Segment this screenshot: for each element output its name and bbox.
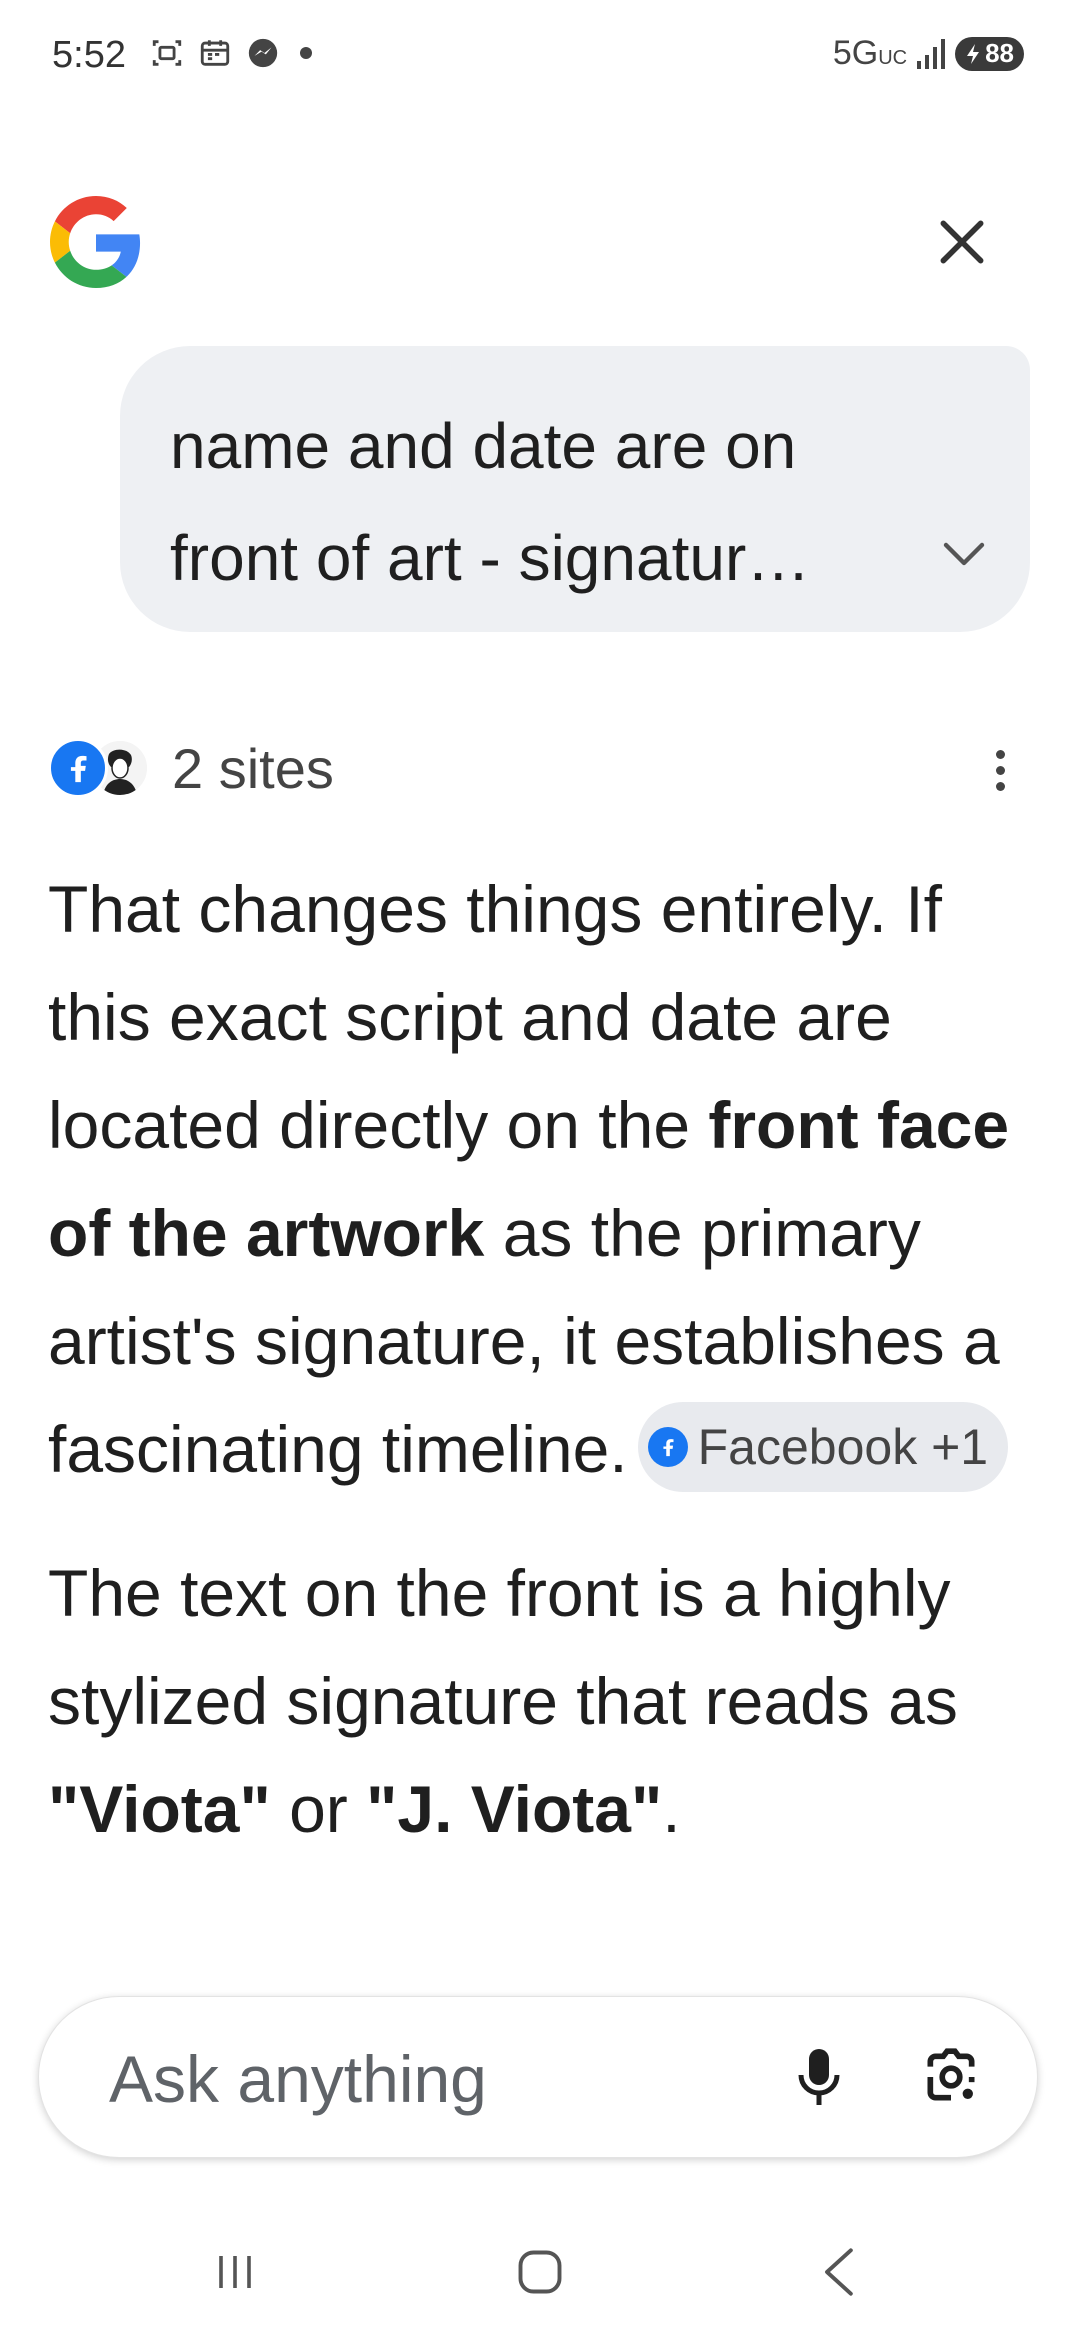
answer-paragraph-1: That changes things entirely. If this ex… <box>48 855 1038 1503</box>
chevron-down-icon[interactable] <box>942 540 986 570</box>
battery-icon: 88 <box>955 36 1024 71</box>
status-notification-icons <box>150 36 312 70</box>
system-nav-bar <box>0 2196 1080 2340</box>
signal-icon <box>917 38 946 69</box>
sources-row[interactable]: 2 sites <box>48 736 334 800</box>
facebook-icon <box>647 1426 688 1467</box>
citation-label: Facebook +1 <box>697 1418 989 1475</box>
back-button[interactable] <box>795 2232 885 2312</box>
mic-button[interactable] <box>779 2037 859 2117</box>
scroll-fade-overlay <box>0 1860 1080 1970</box>
user-query-text: name and date are on front of art - sign… <box>170 410 811 594</box>
mic-icon <box>798 2049 840 2105</box>
back-icon <box>825 2248 853 2296</box>
user-query-bubble[interactable]: name and date are on front of art - sign… <box>120 346 1030 632</box>
more-options-button[interactable] <box>980 740 1020 800</box>
citation-chip[interactable]: Facebook +1 <box>637 1401 1009 1492</box>
home-button[interactable] <box>495 2232 585 2312</box>
more-vert-icon <box>995 749 1005 759</box>
google-ai-mode-screen: 5:52 5GUC 88 name and date are on front … <box>0 0 1080 2340</box>
google-lens-icon <box>927 2048 975 2101</box>
close-icon <box>940 220 984 264</box>
ask-input-placeholder[interactable]: Ask anything <box>109 2041 487 2117</box>
google-g-logo <box>50 196 141 288</box>
screenshot-icon <box>152 40 182 66</box>
status-system-icons: 5GUC 88 <box>833 34 1024 73</box>
home-icon <box>518 2250 562 2294</box>
battery-level: 88 <box>985 38 1014 68</box>
close-button[interactable] <box>920 200 1004 284</box>
calendar-icon <box>200 40 230 66</box>
ai-answer: That changes things entirely. If this ex… <box>48 855 1038 1863</box>
network-label: 5GUC <box>832 34 908 72</box>
ask-input-bar[interactable]: Ask anything <box>38 1996 1038 2158</box>
recent-apps-button[interactable] <box>190 2232 280 2312</box>
facebook-icon <box>48 738 108 798</box>
messenger-icon <box>248 38 278 68</box>
sources-label: 2 sites <box>172 736 334 800</box>
lens-button[interactable] <box>911 2037 991 2117</box>
answer-paragraph-2: The text on the front is a highly styliz… <box>48 1556 958 1846</box>
status-time: 5:52 <box>52 34 126 76</box>
recent-apps-icon <box>219 2256 251 2288</box>
notification-dot-icon <box>300 47 312 59</box>
status-bar: 5:52 5GUC 88 <box>0 0 1080 110</box>
